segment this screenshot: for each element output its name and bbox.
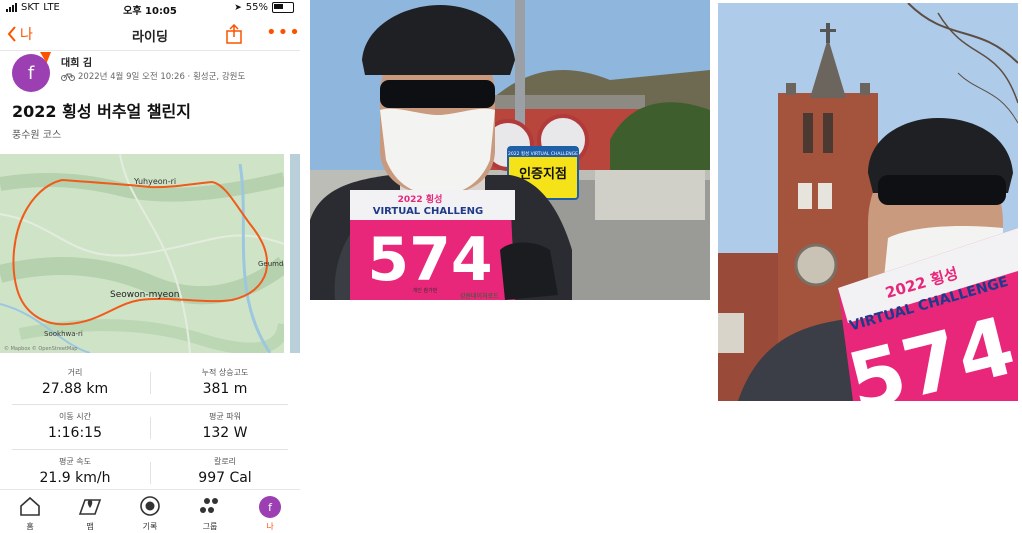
bib-sponsor: 강원네이처로드	[460, 292, 499, 300]
selfie-photo-church: 2022 횡성 VIRTUAL CHALLENGE 574	[718, 3, 1018, 401]
map-icon	[78, 499, 102, 515]
tab-label: 그룹	[202, 522, 218, 531]
selfie-photo-checkpoint: 2022 횡성 VIRTUAL CHALLENGE 인증지점 2022 횡성 V…	[310, 0, 710, 300]
bib-number: 574	[367, 225, 492, 295]
tab-label: 나	[266, 522, 274, 531]
stat-moving-time: 이동 시간 1:16:15	[0, 411, 150, 441]
stat-label: 이동 시간	[59, 412, 91, 421]
tab-label: 홈	[26, 522, 34, 531]
nav-bar: 나 라이딩 •••	[0, 18, 300, 51]
stat-label: 거리	[67, 368, 83, 377]
stat-value: 21.9 km/h	[39, 470, 111, 486]
tab-groups[interactable]: 그룹	[180, 490, 240, 533]
sign-header: 2022 횡성 VIRTUAL CHALLENGE	[508, 150, 578, 157]
battery-percent: 55%	[245, 2, 268, 13]
tab-you[interactable]: f 나	[240, 490, 300, 533]
stat-value: 132 W	[202, 425, 248, 441]
map-label-east: Geumda	[258, 260, 284, 268]
tab-label: 맵	[86, 522, 94, 531]
map-label-center: Seowon-myeon	[110, 290, 179, 300]
stat-value: 27.88 km	[41, 381, 109, 397]
stat-value: 997 Cal	[198, 470, 252, 486]
map-copyright: © Mapbox © OpenStreetMap	[4, 345, 77, 352]
stat-elevation: 누적 상승고도 381 m	[150, 367, 300, 397]
stat-avg-power: 평균 파워 132 W	[150, 411, 300, 441]
status-right: ➤ 55%	[234, 2, 294, 13]
stat-avg-speed: 평균 속도 21.9 km/h	[0, 456, 150, 486]
page-title: 라이딩	[132, 30, 168, 45]
stat-label: 평균 속도	[59, 457, 91, 466]
bike-icon	[61, 73, 75, 81]
divider	[12, 449, 288, 450]
tab-bar: 홈 맵 기록 그룹 f 나	[0, 489, 300, 533]
stat-value: 381 m	[202, 381, 248, 397]
tab-record[interactable]: 기록	[120, 490, 180, 533]
bib-footer: 개인 참가번	[413, 287, 438, 294]
more-options-icon[interactable]: •••	[266, 24, 300, 42]
map-canvas: Yuhyeon-ri Geumda Seowon-myeon Sookhwa-r…	[0, 154, 284, 353]
location-icon: ➤	[234, 2, 242, 13]
photo-scene: 2022 횡성 VIRTUAL CHALLENGE 인증지점 2022 횡성 V…	[310, 0, 710, 300]
stat-distance: 거리 27.88 km	[0, 367, 150, 397]
tab-home[interactable]: 홈	[0, 490, 60, 533]
status-bar: SKT LTE 오후 10:05 ➤ 55%	[0, 0, 300, 17]
share-icon[interactable]	[225, 24, 243, 44]
athlete-name[interactable]: 대희 김	[61, 54, 92, 69]
stat-calories: 칼로리 997 Cal	[150, 456, 300, 486]
stat-label: 칼로리	[213, 457, 237, 466]
strava-activity-screen: SKT LTE 오후 10:05 ➤ 55% 나 라이딩 ••• f 대희 김 …	[0, 0, 300, 533]
athlete-avatar[interactable]: f	[12, 54, 50, 92]
map-label-south: Sookhwa-ri	[44, 330, 83, 338]
stat-label: 평균 파워	[209, 412, 241, 421]
avatar-letter: f	[27, 62, 35, 84]
tab-maps[interactable]: 맵	[60, 490, 120, 533]
stat-label: 누적 상승고도	[201, 368, 249, 377]
route-map[interactable]: Yuhyeon-ri Geumda Seowon-myeon Sookhwa-r…	[0, 154, 284, 353]
bib-title: 2022 횡성	[398, 193, 443, 205]
activity-date-location: 2022년 4월 9일 오전 10:26 · 횡성군, 강원도	[78, 72, 246, 82]
battery-icon	[272, 2, 294, 13]
tab-label: 기록	[142, 522, 158, 531]
checkpoint-sign: 인증지점	[519, 166, 567, 182]
home-icon	[20, 496, 40, 516]
avatar: f	[259, 496, 281, 518]
next-photo-preview[interactable]	[290, 154, 300, 353]
map-label-north: Yuhyeon-ri	[133, 177, 176, 186]
groups-icon	[200, 498, 218, 513]
photo-scene: 2022 횡성 VIRTUAL CHALLENGE 574	[718, 3, 1018, 401]
activity-title: 2022 횡성 버추얼 챌린지	[12, 102, 192, 121]
activity-meta: 2022년 4월 9일 오전 10:26 · 횡성군, 강원도	[61, 70, 245, 82]
bib-subtitle: VIRTUAL CHALLENG	[373, 206, 484, 217]
activity-description: 풍수원 코스	[12, 130, 62, 141]
avatar-letter: f	[268, 500, 272, 514]
record-icon	[140, 496, 160, 516]
stat-value: 1:16:15	[48, 425, 102, 441]
divider	[12, 404, 288, 405]
